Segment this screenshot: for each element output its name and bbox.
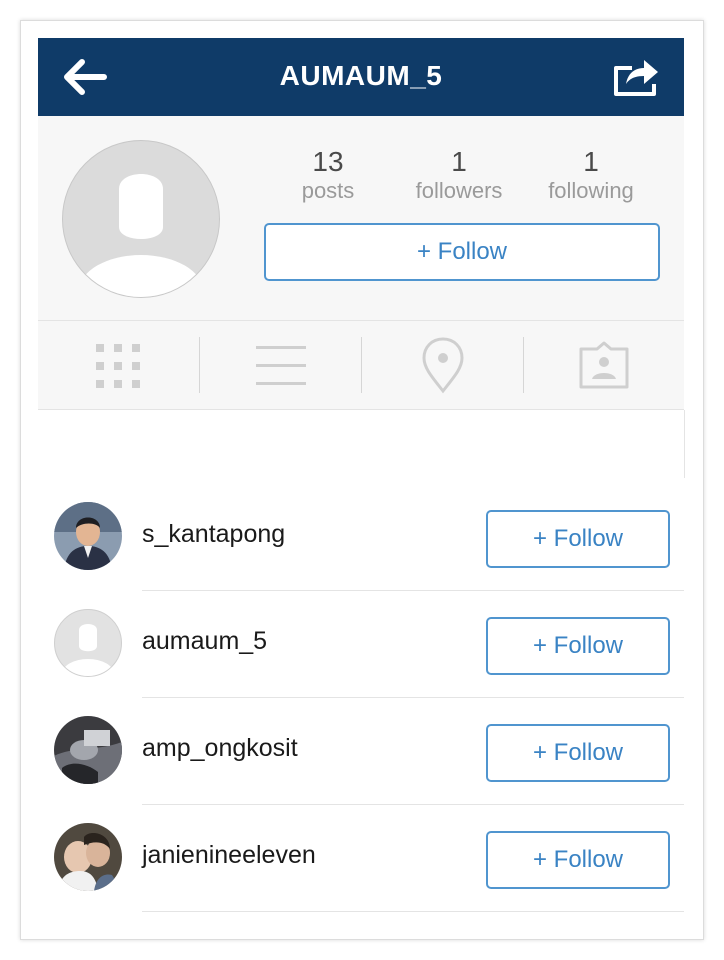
stat-posts[interactable]: 13 posts: [268, 146, 388, 204]
username[interactable]: aumaum_5: [142, 627, 267, 656]
view-tabs: [38, 321, 684, 410]
user-avatar[interactable]: [54, 609, 122, 677]
posts-count: 13: [312, 146, 344, 177]
tab-grid[interactable]: [38, 321, 199, 409]
follow-profile-button[interactable]: + Follow: [264, 223, 660, 281]
following-label: following: [548, 178, 634, 203]
user-avatar[interactable]: [54, 823, 122, 891]
user-list: s_kantapong + Follow aumaum_5 + Follow a…: [38, 484, 684, 924]
list-item: amp_ongkosit + Follow: [38, 698, 684, 805]
default-avatar-icon: [79, 174, 203, 297]
posts-label: posts: [301, 178, 355, 203]
profile-header: 13 posts 1 followers 1 following + Follo…: [38, 116, 684, 321]
follow-button[interactable]: + Follow: [486, 510, 670, 568]
follow-button[interactable]: + Follow: [486, 831, 670, 889]
profile-avatar: [62, 140, 220, 298]
share-icon: [614, 60, 658, 96]
empty-content-area: [38, 410, 685, 478]
avatar-photo-icon: [54, 823, 122, 891]
avatar-photo-icon: [54, 502, 122, 570]
list-icon: [256, 346, 306, 385]
list-item: janienineeleven + Follow: [38, 805, 684, 912]
list-item: s_kantapong + Follow: [38, 484, 684, 591]
row-divider: [142, 911, 684, 912]
stat-following[interactable]: 1 following: [531, 146, 651, 204]
tab-tagged[interactable]: [524, 321, 685, 409]
followers-count: 1: [451, 146, 467, 177]
username[interactable]: janienineeleven: [142, 841, 316, 870]
tagged-photos-icon: [579, 341, 629, 389]
page-title: AUMAUM_5: [279, 60, 443, 91]
list-item: aumaum_5 + Follow: [38, 591, 684, 698]
share-button[interactable]: [610, 54, 662, 100]
location-pin-icon: [422, 337, 464, 394]
user-avatar[interactable]: [54, 502, 122, 570]
tab-list[interactable]: [200, 321, 361, 409]
stat-followers[interactable]: 1 followers: [399, 146, 519, 204]
default-avatar-icon: [62, 624, 114, 676]
avatar-photo-icon: [54, 716, 122, 784]
username[interactable]: s_kantapong: [142, 520, 285, 549]
top-bar: AUMAUM_5: [38, 38, 684, 116]
username[interactable]: amp_ongkosit: [142, 734, 298, 763]
grid-icon: [96, 344, 140, 388]
user-avatar[interactable]: [54, 716, 122, 784]
following-count: 1: [583, 146, 599, 177]
follow-button[interactable]: + Follow: [486, 617, 670, 675]
tab-location[interactable]: [362, 321, 523, 409]
followers-label: followers: [415, 178, 503, 203]
follow-button[interactable]: + Follow: [486, 724, 670, 782]
